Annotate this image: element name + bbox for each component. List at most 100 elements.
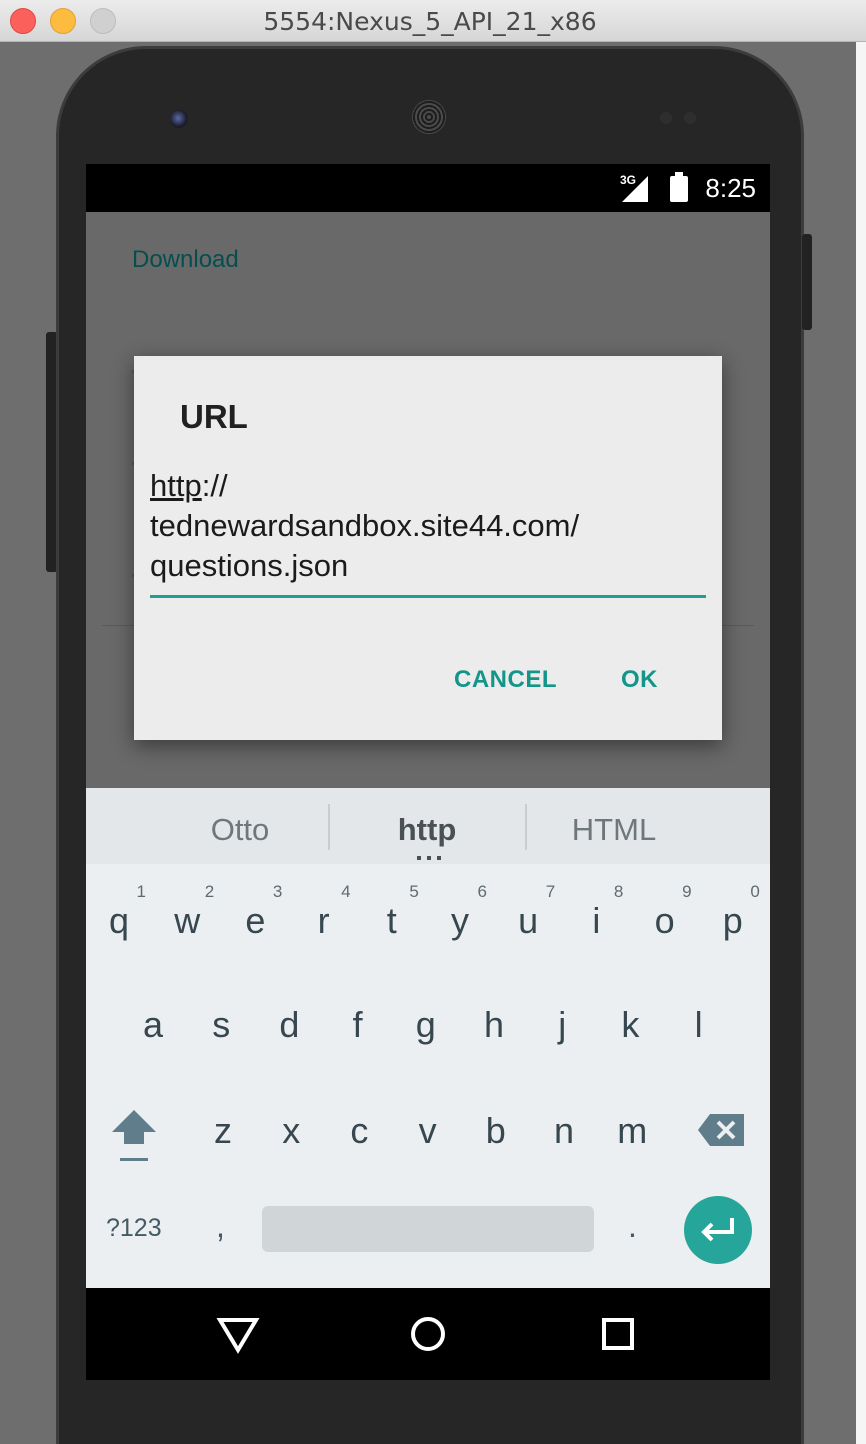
key-g[interactable]: g	[393, 978, 459, 1068]
home-icon	[411, 1317, 445, 1351]
status-bar: 3G 8:25	[86, 164, 770, 212]
key-label: k	[621, 1004, 640, 1045]
status-time: 8:25	[705, 173, 756, 203]
key-u[interactable]: 7u	[495, 874, 561, 964]
back-icon	[216, 1318, 260, 1354]
back-button[interactable]	[216, 1312, 260, 1356]
key-q[interactable]: 1q	[86, 874, 152, 964]
suggestion-divider	[328, 804, 330, 850]
key-label: i	[592, 900, 601, 941]
key-label: a	[142, 1004, 164, 1045]
key-label: j	[558, 1004, 567, 1045]
suggestion-divider	[525, 804, 527, 850]
key-m[interactable]: m	[599, 1084, 665, 1174]
recents-icon	[602, 1318, 634, 1350]
url-dialog: URL http:// tednewardsandbox.site44.com/…	[134, 356, 722, 740]
key-p[interactable]: 0p	[700, 874, 766, 964]
key-v[interactable]: v	[395, 1084, 461, 1174]
key-o[interactable]: 9o	[632, 874, 698, 964]
space-key[interactable]	[262, 1206, 594, 1252]
key-x[interactable]: x	[258, 1084, 324, 1174]
key-hint: 4	[341, 882, 351, 901]
suggestion-strip: Otto http HTML	[86, 788, 770, 864]
suggestion-center[interactable]: http	[347, 812, 507, 848]
key-label: t	[386, 900, 397, 941]
cancel-button[interactable]: CANCEL	[454, 666, 557, 694]
symbols-key[interactable]: ?123	[106, 1214, 162, 1243]
key-label: u	[518, 900, 539, 941]
key-i[interactable]: 8i	[563, 874, 629, 964]
url-input[interactable]: http:// tednewardsandbox.site44.com/ que…	[150, 464, 706, 598]
key-label: v	[418, 1110, 437, 1151]
key-hint: 9	[682, 882, 692, 901]
key-f[interactable]: f	[325, 978, 391, 1068]
navigation-bar	[86, 1288, 770, 1380]
key-label: x	[282, 1110, 301, 1151]
window-titlebar: 5554:Nexus_5_API_21_x86	[0, 0, 866, 42]
key-hint: 6	[477, 882, 487, 901]
url-rest-text: :// tednewardsandbox.site44.com/ questio…	[150, 468, 580, 583]
key-label: p	[722, 900, 743, 941]
key-t[interactable]: 5t	[359, 874, 425, 964]
key-b[interactable]: b	[463, 1084, 529, 1174]
soft-keyboard: Otto http HTML 1q2w3e4r5t6y7u8i9o0p asdf…	[86, 788, 770, 1288]
key-hint: 8	[613, 882, 624, 901]
key-label: s	[212, 1004, 231, 1045]
key-l[interactable]: l	[666, 978, 732, 1068]
key-label: l	[694, 1004, 703, 1045]
key-n[interactable]: n	[531, 1084, 597, 1174]
key-hint: 7	[545, 882, 556, 901]
phone-screen: 3G 8:25 Download URL http:// tednewardsa…	[86, 164, 770, 1380]
background-window-strip	[856, 42, 866, 1444]
sensor-icon	[684, 112, 696, 124]
front-camera-icon	[170, 110, 188, 128]
key-label: w	[174, 900, 201, 941]
suggestion-left[interactable]: Otto	[160, 812, 320, 848]
recents-button[interactable]	[596, 1312, 640, 1356]
key-label: b	[485, 1110, 506, 1151]
url-scheme-text: http	[150, 468, 202, 503]
key-z[interactable]: z	[190, 1084, 256, 1174]
key-label: r	[317, 900, 330, 941]
key-k[interactable]: k	[597, 978, 663, 1068]
key-label: m	[617, 1110, 648, 1151]
key-c[interactable]: c	[326, 1084, 392, 1174]
enter-key[interactable]	[684, 1196, 752, 1264]
delete-key[interactable]	[696, 1110, 748, 1150]
period-key[interactable]: .	[628, 1208, 637, 1245]
key-label: c	[350, 1110, 369, 1151]
key-h[interactable]: h	[461, 978, 527, 1068]
ok-button[interactable]: OK	[621, 666, 658, 694]
key-e[interactable]: 3e	[222, 874, 288, 964]
key-label: q	[108, 900, 130, 941]
suggestion-right[interactable]: HTML	[534, 812, 694, 848]
key-j[interactable]: j	[529, 978, 595, 1068]
comma-key[interactable]: ,	[216, 1208, 225, 1245]
window-title: 5554:Nexus_5_API_21_x86	[263, 7, 597, 36]
shift-icon	[112, 1110, 156, 1161]
key-label: g	[415, 1004, 436, 1045]
key-w[interactable]: 2w	[154, 874, 220, 964]
key-label: e	[245, 900, 266, 941]
key-label: h	[483, 1004, 505, 1045]
key-r[interactable]: 4r	[291, 874, 357, 964]
home-button[interactable]	[406, 1312, 450, 1356]
key-label: o	[654, 900, 675, 941]
shift-key[interactable]	[108, 1106, 160, 1166]
key-label: n	[553, 1110, 575, 1151]
dialog-title: URL	[180, 398, 248, 435]
key-hint: 5	[409, 882, 419, 901]
key-d[interactable]: d	[256, 978, 322, 1068]
key-label: y	[451, 900, 469, 941]
battery-icon	[670, 172, 688, 202]
key-y[interactable]: 6y	[427, 874, 493, 964]
key-hint: 2	[204, 882, 215, 901]
key-hint: 1	[136, 882, 146, 901]
key-hint: 0	[750, 882, 760, 901]
key-s[interactable]: s	[188, 978, 254, 1068]
key-label: f	[352, 1004, 363, 1045]
key-a[interactable]: a	[120, 978, 186, 1068]
key-label: z	[214, 1110, 232, 1151]
speaker-grille-icon	[412, 100, 446, 134]
more-suggestions-icon[interactable]	[417, 856, 445, 860]
